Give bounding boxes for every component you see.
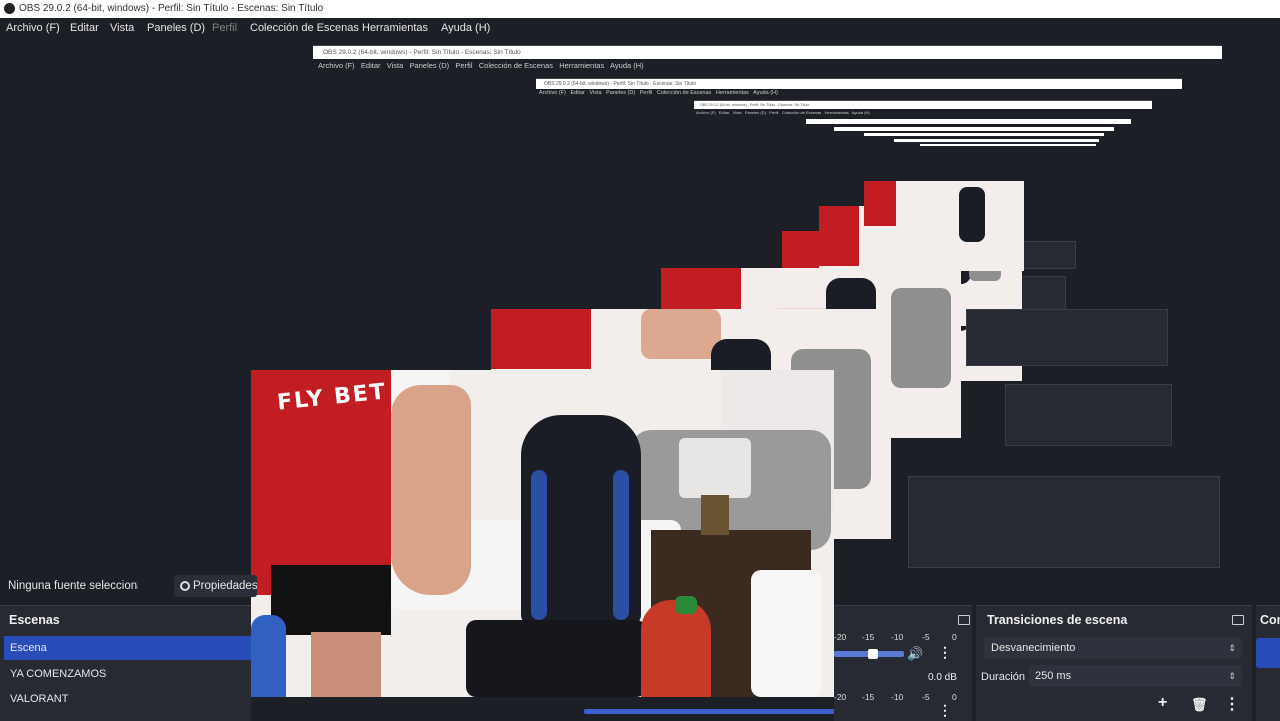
scene-item[interactable]: VALORANT xyxy=(4,687,251,711)
duration-value: 250 ms xyxy=(1035,670,1072,682)
mirror-menu-2: Archivo (F) Editar Vista Paneles (D) Per… xyxy=(539,90,778,96)
undock-icon[interactable] xyxy=(958,615,970,625)
mirror-title-3: OBS 29.0.2 (64-bit, windows) - Perfil: S… xyxy=(694,101,1152,109)
transition-type-select[interactable]: Desvanecimiento ⇕ xyxy=(984,637,1242,659)
updown-caret-icon: ⇕ xyxy=(1228,671,1236,681)
mirror-title-8 xyxy=(920,144,1096,146)
mirror-title-2: OBS 29.0.2 (64-bit, windows) - Perfil: S… xyxy=(536,79,1182,89)
blue-bottle xyxy=(251,615,286,697)
window-title: OBS 29.0.2 (64-bit, windows) - Perfil: S… xyxy=(19,3,324,14)
person-arm xyxy=(391,385,471,595)
properties-label: Propiedades xyxy=(193,580,257,592)
transitions-header: Transiciones de escena xyxy=(987,613,1128,627)
mirror-menu-3: Archivo (F) Editar Vista Paneles (D) Per… xyxy=(696,110,870,115)
menu-paneles[interactable]: Paneles (D) xyxy=(147,18,205,38)
obs-logo-icon xyxy=(4,3,15,14)
source-toolbar: Ninguna fuente seleccionada Propiedades xyxy=(0,572,257,600)
mirror-transitions-panel-6 xyxy=(908,476,1220,568)
no-source-label: Ninguna fuente seleccionada xyxy=(8,580,138,592)
scene-item[interactable]: Escena xyxy=(4,636,251,660)
more-options-icon[interactable]: ⋮ xyxy=(1224,694,1240,714)
updown-caret-icon: ⇕ xyxy=(1228,643,1236,653)
scene-transitions-panel: Transiciones de escena Desvanecimiento ⇕… xyxy=(976,605,1252,721)
duration-input[interactable]: 250 ms ⇕ xyxy=(1029,665,1242,687)
speaker-icon[interactable]: 🔊 xyxy=(907,646,923,662)
start-streaming-button[interactable] xyxy=(1256,638,1280,668)
more-options-icon[interactable]: ⋮ xyxy=(938,702,952,719)
menu-archivo[interactable]: Archivo (F) xyxy=(6,18,60,38)
heater xyxy=(751,570,821,697)
audio-mixer-panel: -20 -15 -10 -5 0 🔊 ⋮ 0.0 dB -20 -15 -10 … xyxy=(834,605,972,721)
menu-bar: Archivo (F) Editar Vista Paneles (D) Per… xyxy=(0,18,1280,38)
lamp xyxy=(679,438,751,498)
mirror-menu-1: Archivo (F) Editar Vista Paneles (D) Per… xyxy=(318,61,644,70)
volume-db: 0.0 dB xyxy=(928,672,957,683)
mirror-webcam-6 xyxy=(864,181,1024,271)
menu-coleccion-escenas[interactable]: Colección de Escenas xyxy=(250,18,359,38)
mirror-title-4 xyxy=(806,119,1131,124)
mirror-title-1: OBS 29.0.2 (64-bit, windows) - Perfil: S… xyxy=(313,46,1222,59)
window-titlebar: OBS 29.0.2 (64-bit, windows) - Perfil: S… xyxy=(0,0,1280,18)
mirror-title-7 xyxy=(894,139,1099,142)
menu-vista[interactable]: Vista xyxy=(110,18,134,38)
properties-button[interactable]: Propiedades xyxy=(174,575,257,597)
scenes-header: Escenas xyxy=(9,613,60,627)
undock-icon[interactable] xyxy=(1232,615,1244,625)
shirt-print: FLY BET xyxy=(275,379,389,416)
menu-herramientas[interactable]: Herramientas xyxy=(362,18,428,38)
webcam-video-source[interactable]: FLY BET xyxy=(251,370,834,697)
scenes-panel: Escenas Escena YA COMENZAMOS VALORANT xyxy=(0,605,251,721)
transition-type-value: Desvanecimiento xyxy=(991,642,1076,654)
scene-item[interactable]: YA COMENZAMOS xyxy=(4,662,251,686)
controls-header: Controles xyxy=(1260,613,1280,627)
person-shirt: FLY BET xyxy=(251,370,391,595)
controls-panel: Controles xyxy=(1256,605,1280,721)
volume-slider-handle[interactable] xyxy=(868,649,878,659)
menu-ayuda[interactable]: Ayuda (H) xyxy=(441,18,490,38)
menu-editar[interactable]: Editar xyxy=(70,18,99,38)
mirror-title-5 xyxy=(834,127,1114,131)
mirror-transitions-panel-4 xyxy=(966,309,1168,366)
duration-label: Duración xyxy=(981,671,1026,683)
more-options-icon[interactable]: ⋮ xyxy=(938,644,952,661)
add-icon[interactable]: + xyxy=(1158,694,1167,712)
gatorade-bottle xyxy=(641,600,711,697)
gear-icon xyxy=(180,581,190,591)
mirror-transitions-panel-5 xyxy=(1005,384,1172,446)
trash-icon[interactable]: 🗑 xyxy=(1191,697,1208,713)
menu-perfil[interactable]: Perfil xyxy=(212,18,237,38)
mirror-title-6 xyxy=(864,133,1104,136)
mixer-strip-bottom xyxy=(251,697,918,720)
